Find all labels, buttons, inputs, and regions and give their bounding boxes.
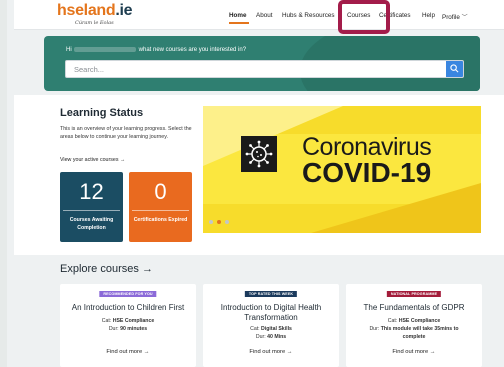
courses-awaiting-label: Courses Awaiting Completion — [69, 217, 114, 231]
duration-value: 40 Mins — [267, 334, 287, 340]
virus-icon — [241, 136, 277, 172]
category-label: Cat: — [250, 326, 260, 332]
course-duration: Dur: This module will take 35mins to com… — [360, 325, 468, 341]
duration-label: Dur: — [369, 326, 380, 332]
search-button[interactable] — [446, 61, 463, 77]
learning-status-title: Learning Status — [60, 107, 144, 119]
courses-awaiting-tile[interactable]: 12 Courses Awaiting Completion — [60, 172, 123, 242]
find-out-more-label: Find out more — [392, 349, 429, 355]
redacted-username — [73, 47, 136, 52]
tile-divider — [132, 210, 189, 211]
search-input[interactable] — [66, 61, 446, 77]
logo-suffix: .ie — [115, 2, 133, 19]
nav-help[interactable]: Help — [422, 12, 435, 19]
course-title: Introduction to Digital Health Transform… — [220, 303, 322, 322]
find-out-more-label: Find out more — [106, 349, 143, 355]
covid-hero-slide[interactable]: Coronavirus COVID-19 — [203, 106, 481, 233]
tile-divider — [63, 210, 120, 211]
course-duration: Dur: 40 Mins — [207, 333, 335, 341]
chevron-down-icon: ﹀ — [461, 15, 468, 21]
course-category: Cat: HSE Compliance — [64, 317, 192, 325]
certifications-expired-label: Certifications Expired — [133, 217, 188, 223]
hseland-logo[interactable]: hseland.ie Cúram le Eolas — [57, 2, 133, 27]
course-card[interactable]: RECOMMENDED FOR YOU An Introduction to C… — [60, 284, 196, 367]
nav-hubs-resources[interactable]: Hubs & Resources — [282, 12, 340, 19]
courses-highlight-box — [338, 0, 390, 34]
duration-value: This module will take 35mins to complete — [380, 326, 459, 340]
course-card[interactable]: NATIONAL PROGRAMME The Fundamentals of G… — [346, 284, 482, 367]
duration-label: Dur: — [108, 326, 119, 332]
view-active-courses-label: View your active courses — [60, 157, 119, 163]
carousel-dot[interactable] — [225, 220, 229, 224]
course-duration: Dur: 90 minutes — [64, 325, 192, 333]
page: hseland.ie Cúram le Eolas Home About Hub… — [0, 0, 504, 367]
duration-label: Dur: — [255, 334, 266, 340]
arrow-right-icon: → — [141, 263, 153, 275]
active-nav-underline — [229, 22, 249, 24]
category-value: HSE Compliance — [398, 318, 441, 324]
arrow-right-icon: → — [286, 349, 293, 355]
recommended-badge: RECOMMENDED FOR YOU — [99, 291, 157, 297]
logo-wordmark: hseland — [57, 2, 116, 19]
carousel-dot[interactable] — [209, 220, 213, 224]
learning-status-description: This is an overview of your learning pro… — [60, 126, 192, 140]
explore-courses-heading[interactable]: Explore courses → — [60, 263, 153, 275]
nav-home[interactable]: Home — [229, 12, 249, 24]
course-title: The Fundamentals of GDPR — [363, 303, 465, 312]
hero-title-line2: COVID-19 — [302, 157, 432, 188]
category-label: Cat: — [387, 318, 398, 324]
greeting-text: Hi what new courses are you interested in… — [66, 47, 246, 53]
courses-awaiting-count: 12 — [79, 179, 104, 204]
category-value: HSE Compliance — [112, 318, 155, 324]
certifications-expired-count: 0 — [154, 179, 167, 204]
course-category: Cat: HSE Compliance — [350, 317, 478, 325]
category-label: Cat: — [101, 318, 112, 324]
nav-profile[interactable]: Profile ﹀ — [442, 12, 468, 21]
carousel-dot-active[interactable] — [217, 220, 221, 224]
explore-courses-title: Explore courses — [60, 263, 139, 275]
course-category: Cat: Digital Skills — [207, 325, 335, 333]
hero-decoration — [311, 183, 481, 233]
nav-home-label: Home — [229, 12, 247, 19]
find-out-more-link[interactable]: Find out more → — [203, 349, 339, 355]
category-value: Digital Skills — [261, 326, 292, 332]
view-active-courses-link[interactable]: View your active courses → — [60, 157, 125, 163]
top-rated-badge: TOP RATED THIS WEEK — [244, 291, 298, 297]
course-card[interactable]: TOP RATED THIS WEEK Introduction to Digi… — [203, 284, 339, 367]
search-banner: Hi what new courses are you interested in… — [44, 36, 480, 91]
find-out-more-link[interactable]: Find out more → — [60, 349, 196, 355]
search-icon — [450, 64, 459, 73]
arrow-right-icon: → — [119, 157, 126, 163]
greeting-prefix: Hi — [66, 47, 72, 53]
nav-about[interactable]: About — [256, 12, 272, 19]
find-out-more-label: Find out more — [249, 349, 286, 355]
search-box — [65, 60, 464, 78]
course-title: An Introduction to Children First — [71, 303, 185, 312]
certifications-expired-tile[interactable]: 0 Certifications Expired — [129, 172, 192, 242]
arrow-right-icon: → — [429, 349, 436, 355]
arrow-right-icon: → — [143, 349, 150, 355]
duration-value: 90 minutes — [120, 326, 148, 332]
national-programme-badge: NATIONAL PROGRAMME — [386, 291, 442, 297]
find-out-more-link[interactable]: Find out more → — [346, 349, 482, 355]
greeting-suffix: what new courses are you interested in? — [138, 47, 247, 53]
nav-profile-label: Profile — [442, 14, 460, 21]
logo-tagline: Cúram le Eolas — [75, 20, 114, 26]
